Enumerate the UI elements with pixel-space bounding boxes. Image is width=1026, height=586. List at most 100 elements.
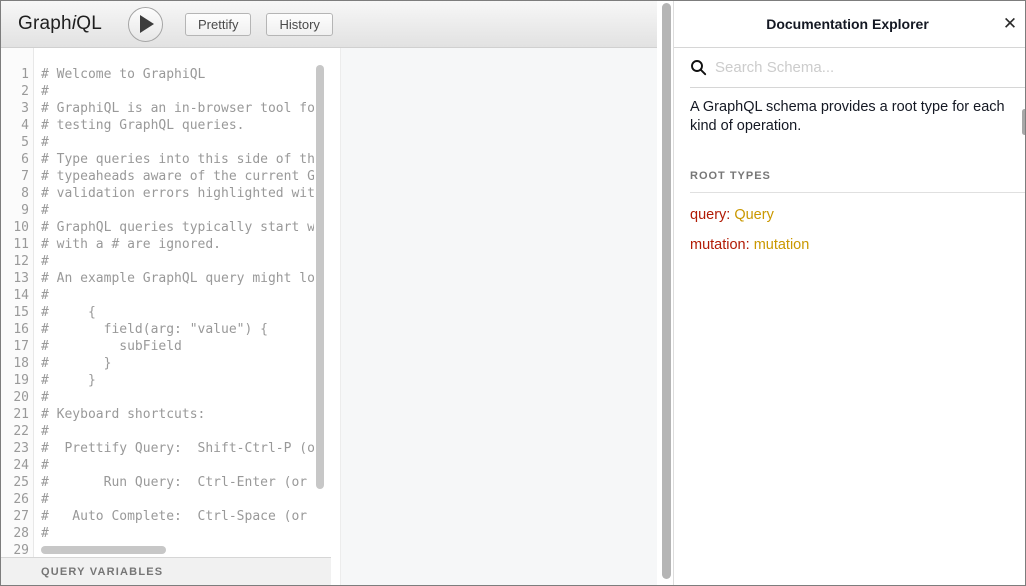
editor-line[interactable]: 21 # Keyboard shortcuts: <box>1 406 331 423</box>
editor-line[interactable]: 8 # validation errors highlighted within … <box>1 185 331 202</box>
query-variables-bar[interactable]: QUERY VARIABLES <box>1 557 331 586</box>
editor-result-divider[interactable] <box>331 48 341 586</box>
root-type-name-link[interactable]: Query <box>734 207 774 223</box>
line-text: # field(arg: "value") { <box>41 321 314 338</box>
line-text: # testing GraphQL queries. <box>41 117 314 134</box>
editor-line[interactable]: 3 # GraphiQL is an in-browser tool for wr… <box>1 100 331 117</box>
editor-line[interactable]: 18 # } <box>1 355 331 372</box>
editor-line[interactable]: 10 # GraphQL queries typically start with… <box>1 219 331 236</box>
line-text: # <box>41 525 314 542</box>
line-number: 8 <box>1 185 29 202</box>
root-type-field-link[interactable]: query: <box>690 207 730 223</box>
line-number: 13 <box>1 270 29 287</box>
editor-line[interactable]: 14# <box>1 287 331 304</box>
doc-panel-scrollbar-thumb[interactable] <box>1022 109 1026 135</box>
line-number: 20 <box>1 389 29 406</box>
editor-lines[interactable]: 1# Welcome to GraphiQL2#3# GraphiQL is a… <box>1 66 331 557</box>
editor-line[interactable]: 25# Run Query: Ctrl-Enter (or press the … <box>1 474 331 491</box>
close-icon[interactable]: ✕ <box>993 15 1026 34</box>
line-text: # Auto Complete: Ctrl-Space (or just sta… <box>41 508 314 525</box>
line-number: 11 <box>1 236 29 253</box>
line-text: # <box>41 253 314 270</box>
root-type-name-link[interactable]: mutation <box>754 237 810 253</box>
editor-line[interactable]: 26# <box>1 491 331 508</box>
line-text: # { <box>41 304 314 321</box>
editor-vertical-scrollbar[interactable] <box>316 65 324 489</box>
editor-line[interactable]: 22# <box>1 423 331 440</box>
editor-line[interactable]: 17# subField <box>1 338 331 355</box>
search-icon <box>690 59 707 76</box>
editor-line[interactable]: 4 # testing GraphQL queries. <box>1 117 331 134</box>
editor-line[interactable]: 20# <box>1 389 331 406</box>
line-text: # Type queries into this side of the scr… <box>41 151 314 168</box>
line-number: 3 <box>1 100 29 117</box>
line-text: # validation errors highlighted within t… <box>41 185 314 202</box>
history-button[interactable]: History <box>266 13 332 36</box>
editor-line[interactable]: 19 # } <box>1 372 331 389</box>
line-number: 19 <box>1 372 29 389</box>
page-scrollbar-thumb[interactable] <box>662 3 671 579</box>
line-text: # <box>41 423 314 440</box>
editor-line[interactable]: 12# <box>1 253 331 270</box>
editor-line[interactable]: 11 # with a # are ignored. <box>1 236 331 253</box>
line-number: 25 <box>1 474 29 491</box>
editor-line[interactable]: 24 # <box>1 457 331 474</box>
editor-line[interactable]: 28 # <box>1 525 331 542</box>
line-text: # Keyboard shortcuts: <box>41 406 314 423</box>
line-text: # An example GraphQL query might look li… <box>41 270 314 287</box>
line-text: # } <box>41 372 314 389</box>
line-number: 27 <box>1 508 29 525</box>
editor-line[interactable]: 5# <box>1 134 331 151</box>
execute-query-button[interactable] <box>128 7 163 42</box>
documentation-explorer-panel: Documentation Explorer ✕ A GraphQL schem… <box>673 1 1026 586</box>
logo-text-post: QL <box>76 13 102 34</box>
line-text: # with a # are ignored. <box>41 236 314 253</box>
root-type-field-link[interactable]: mutation: <box>690 237 750 253</box>
doc-explorer-header: Documentation Explorer ✕ <box>674 1 1026 48</box>
graphiql-logo: GraphiQL <box>18 13 102 35</box>
query-variables-title: QUERY VARIABLES <box>41 566 163 578</box>
doc-search-row <box>690 48 1026 88</box>
line-text: # <box>41 457 314 474</box>
line-text: # Welcome to GraphiQL <box>41 66 314 83</box>
editor-horizontal-scrollbar[interactable] <box>41 546 166 554</box>
line-number: 7 <box>1 168 29 185</box>
line-text: # subField <box>41 338 314 355</box>
editor-line[interactable]: 13 # An example GraphQL query might look … <box>1 270 331 287</box>
line-number: 29 <box>1 542 29 557</box>
editor-line[interactable]: 1# Welcome to GraphiQL <box>1 66 331 83</box>
search-schema-input[interactable] <box>715 59 1011 76</box>
editor-line[interactable]: 2# <box>1 83 331 100</box>
line-number: 23 <box>1 440 29 457</box>
line-number: 4 <box>1 117 29 134</box>
section-divider <box>690 192 1026 193</box>
result-pane <box>341 48 657 586</box>
line-text: # <box>41 134 314 151</box>
editor-line[interactable]: 15# { <box>1 304 331 321</box>
line-number: 18 <box>1 355 29 372</box>
editor-line[interactable]: 27 # Auto Complete: Ctrl-Space (or just s… <box>1 508 331 525</box>
line-text: # GraphQL queries typically start with a… <box>41 219 314 236</box>
line-text: # GraphiQL is an in-browser tool for wri… <box>41 100 314 117</box>
editor-line[interactable]: 6 # Type queries into this side of the sc… <box>1 151 331 168</box>
editor-line[interactable]: 7# typeaheads aware of the current Graph… <box>1 168 331 185</box>
graphiql-window: GraphiQL Prettify History 1# Welcome to … <box>0 0 1026 586</box>
line-number: 24 <box>1 457 29 474</box>
line-text: # <box>41 491 314 508</box>
line-text: # Prettify Query: Shift-Ctrl-P (or press… <box>41 440 314 457</box>
editor-line[interactable]: 16# field(arg: "value") { <box>1 321 331 338</box>
line-number: 10 <box>1 219 29 236</box>
query-editor-pane[interactable]: 1# Welcome to GraphiQL2#3# GraphiQL is a… <box>1 48 331 557</box>
line-number: 28 <box>1 525 29 542</box>
line-number: 2 <box>1 83 29 100</box>
root-types-list: query: Query mutation: mutation <box>674 207 1026 253</box>
line-number: 21 <box>1 406 29 423</box>
line-number: 6 <box>1 151 29 168</box>
line-text: # <box>41 202 314 219</box>
prettify-button[interactable]: Prettify <box>185 13 251 36</box>
editor-line[interactable]: 9# <box>1 202 331 219</box>
line-text: # <box>41 83 314 100</box>
line-text: # } <box>41 355 314 372</box>
editor-line[interactable]: 23 # Prettify Query: Shift-Ctrl-P (or pre… <box>1 440 331 457</box>
play-icon <box>140 15 154 33</box>
